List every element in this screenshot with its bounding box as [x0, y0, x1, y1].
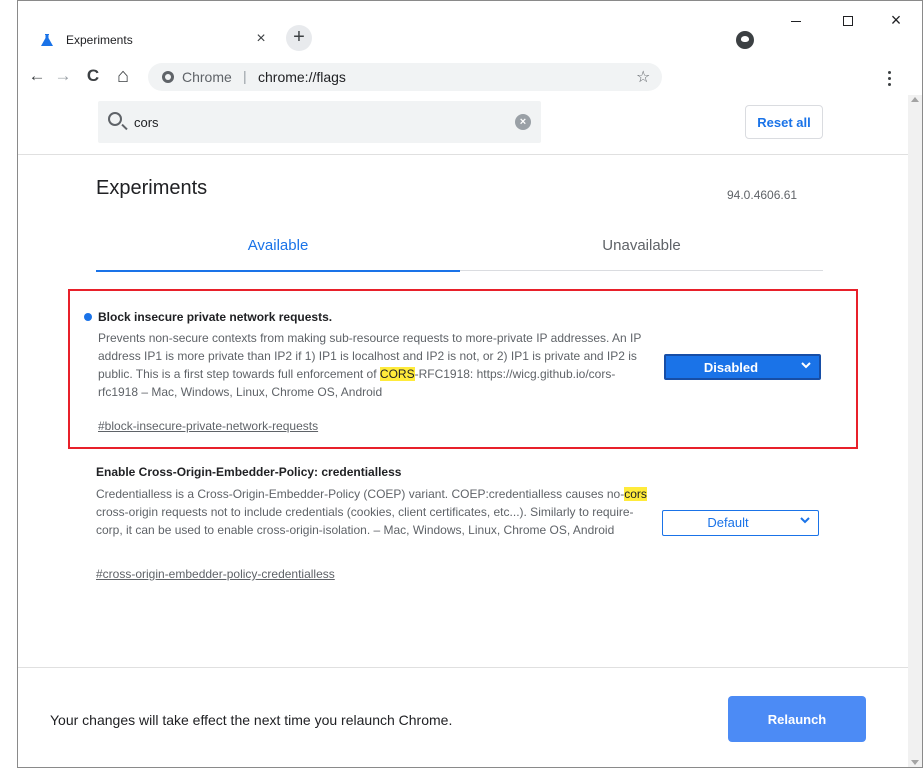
- flag-tabs: Available Unavailable: [96, 225, 823, 272]
- omnibox-origin: Chrome: [182, 69, 232, 85]
- omnibox-separator: |: [243, 68, 247, 84]
- search-input[interactable]: [134, 109, 494, 135]
- experiment-permalink[interactable]: #block-insecure-private-network-requests: [98, 419, 318, 433]
- profile-icon[interactable]: [736, 31, 754, 49]
- modified-indicator: [84, 313, 92, 321]
- page-title: Experiments: [96, 177, 208, 199]
- home-icon[interactable]: ⌂: [110, 63, 136, 89]
- maximize-button[interactable]: [828, 9, 868, 33]
- search-match-highlight: CORS: [379, 367, 415, 381]
- star-icon[interactable]: ☆: [636, 67, 650, 87]
- search-header: × Reset all: [18, 95, 908, 155]
- minimize-button[interactable]: [776, 9, 816, 33]
- search-icon: [108, 112, 122, 126]
- chevron-down-icon: [801, 359, 811, 373]
- relaunch-footer: Your changes will take effect the next t…: [18, 667, 908, 767]
- browser-tab[interactable]: Experiments ×: [26, 23, 270, 59]
- reload-icon[interactable]: C: [80, 63, 106, 89]
- select-value: Disabled: [703, 360, 759, 375]
- experiment-state-select[interactable]: Default: [662, 510, 819, 536]
- experiment-title: Enable Cross-Origin-Embedder-Policy: cre…: [96, 465, 402, 479]
- tab-available[interactable]: Available: [96, 225, 460, 272]
- tab-close-icon[interactable]: ×: [251, 29, 271, 49]
- forward-arrow-icon[interactable]: →: [50, 63, 76, 89]
- scroll-down-icon[interactable]: [911, 760, 919, 765]
- vertical-scrollbar[interactable]: [908, 95, 922, 767]
- omnibox-url: chrome://flags: [258, 69, 346, 85]
- experiment-description: Prevents non-secure contexts from making…: [98, 331, 642, 399]
- flags-page: × Reset all Experiments 94.0.4606.61 Ava…: [18, 95, 908, 767]
- chrome-icon: [162, 71, 174, 83]
- select-value: Default: [707, 515, 749, 530]
- experiment-coep-credentialless: Enable Cross-Origin-Embedder-Policy: cre…: [68, 459, 858, 599]
- search-box[interactable]: ×: [98, 101, 541, 143]
- kebab-menu-icon[interactable]: [888, 71, 891, 89]
- flask-icon: [41, 34, 53, 46]
- reset-all-button[interactable]: Reset all: [745, 105, 823, 139]
- window-close-button[interactable]: ×: [876, 9, 916, 33]
- tab-strip: Experiments × + ×: [18, 1, 922, 59]
- maximize-icon: [843, 16, 853, 26]
- experiment-state-select[interactable]: Disabled: [664, 354, 821, 380]
- experiment-description: Credentialless is a Cross-Origin-Embedde…: [96, 487, 647, 537]
- version-label: 94.0.4606.61: [727, 188, 798, 202]
- new-tab-button[interactable]: +: [286, 25, 312, 51]
- tab-unavailable[interactable]: Unavailable: [460, 225, 823, 271]
- experiment-permalink[interactable]: #cross-origin-embedder-policy-credential…: [96, 567, 335, 581]
- experiment-block-insecure-private-network-requests: Block insecure private network requests.…: [68, 289, 858, 449]
- experiment-title: Block insecure private network requests.: [98, 310, 333, 324]
- relaunch-button[interactable]: Relaunch: [728, 696, 866, 742]
- scroll-up-icon[interactable]: [911, 97, 919, 102]
- address-bar[interactable]: Chrome | chrome://flags ☆: [148, 63, 662, 91]
- back-arrow-icon[interactable]: ←: [24, 63, 50, 89]
- relaunch-message: Your changes will take effect the next t…: [50, 712, 453, 728]
- clear-search-icon[interactable]: ×: [515, 114, 531, 130]
- browser-toolbar: ← → C ⌂ Chrome | chrome://flags ☆: [18, 59, 922, 95]
- chevron-down-icon: [800, 514, 810, 528]
- minimize-icon: [791, 21, 801, 22]
- browser-window: Experiments × + × ← → C ⌂ Chrome | chrom…: [17, 0, 923, 768]
- search-match-highlight: cors: [624, 487, 647, 501]
- tab-title: Experiments: [66, 33, 133, 47]
